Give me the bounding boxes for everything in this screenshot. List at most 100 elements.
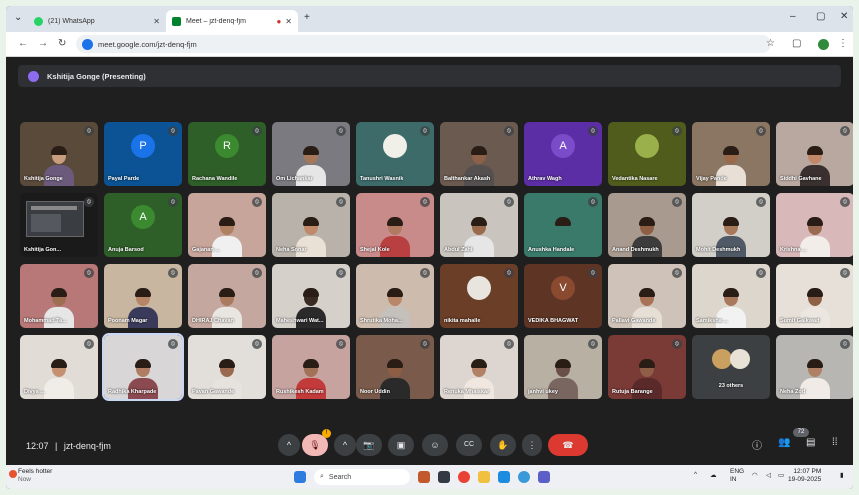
participant-name: janhvi ukey <box>528 389 558 395</box>
participant-tile[interactable]: Vijay Pande ⦸ <box>692 122 770 186</box>
present-button[interactable]: ▣ <box>388 434 414 456</box>
participant-name: Mohammad Ta... <box>24 318 67 324</box>
muted-mic-icon: ⦸ <box>336 126 346 136</box>
profile-avatar[interactable] <box>818 39 829 50</box>
participant-tile[interactable]: Renuka Mhaiskar ⦸ <box>440 335 518 399</box>
menu-icon[interactable]: ⋮ <box>838 38 848 49</box>
participant-tile[interactable]: V VEDIKA BHAGWAT ⦸ <box>524 264 602 328</box>
participant-tile[interactable]: A Athrav Wagh ⦸ <box>524 122 602 186</box>
participant-tile[interactable]: Divya ... ⦸ <box>20 335 98 399</box>
url-text: meet.google.com/jzt-denq-fjm <box>98 39 197 49</box>
activities-icon[interactable]: ⁞⁞ <box>832 437 838 448</box>
close-window-button[interactable]: ✕ <box>840 11 848 22</box>
input-language[interactable]: ENG IN <box>730 468 744 484</box>
file-explorer-icon[interactable] <box>478 471 490 483</box>
store-icon[interactable] <box>538 471 550 483</box>
participant-tile[interactable]: DHIRAJ Chavan ⦸ <box>188 264 266 328</box>
participant-tile[interactable]: Neha Sonar ⦸ <box>272 193 350 257</box>
chat-icon[interactable]: ▤ <box>806 437 815 448</box>
participant-tile[interactable]: Rushikesh Kadam ⦸ <box>272 335 350 399</box>
participant-name: Sumit Gaikwad <box>780 318 820 324</box>
participant-tile[interactable]: Om Lichankar ⦸ <box>272 122 350 186</box>
leave-call-button[interactable]: ☎ <box>548 434 588 456</box>
participant-tile[interactable]: P Payal Parde ⦸ <box>104 122 182 186</box>
minimize-button[interactable]: – <box>790 11 796 22</box>
participant-tile[interactable]: Anushka Handale ⦸ <box>524 193 602 257</box>
system-clock[interactable]: 12:07 PM 19-09-2025 <box>788 468 821 484</box>
participant-tile[interactable]: Gajanan ... ⦸ <box>188 193 266 257</box>
participant-tile[interactable]: R Rachana Wandile ⦸ <box>188 122 266 186</box>
participant-tile[interactable]: Noor Uddin ⦸ <box>356 335 434 399</box>
participant-tile[interactable]: Balthankar Akash ⦸ <box>440 122 518 186</box>
participant-tile[interactable]: Mohammad Ta... ⦸ <box>20 264 98 328</box>
participant-tile[interactable]: Anand Deshmukh ⦸ <box>608 193 686 257</box>
participant-name: Vedantika Nasare <box>612 176 658 182</box>
participant-tile[interactable]: Samiksha ... ⦸ <box>692 264 770 328</box>
tab-whatsapp[interactable]: (21) WhatsApp ✕ <box>28 10 166 32</box>
participant-name: Anushka Handale <box>528 247 575 253</box>
bookmark-star-icon[interactable]: ☆ <box>766 38 775 49</box>
participant-tile[interactable]: Abdul Zahi ⦸ <box>440 193 518 257</box>
emoji-button[interactable]: ☺ <box>422 434 448 456</box>
meeting-details-icon[interactable]: ⓘ <box>752 437 762 452</box>
back-icon[interactable]: ← <box>18 38 28 49</box>
edge-icon[interactable] <box>498 471 510 483</box>
tab-meet[interactable]: Meet – jzt-denq-fjm ● ✕ <box>166 10 298 32</box>
reload-icon[interactable]: ↻ <box>58 38 66 49</box>
battery-icon[interactable]: ▭ <box>778 471 784 479</box>
participant-tile[interactable]: Radhika Kharpade ⦸ <box>102 333 184 401</box>
task-view-icon[interactable] <box>438 471 450 483</box>
tab-search-icon[interactable]: ⌄ <box>14 12 22 23</box>
participant-tile[interactable]: Sumit Gaikwad ⦸ <box>776 264 853 328</box>
participant-tile[interactable]: Maheshwari Wat... ⦸ <box>272 264 350 328</box>
app-icon[interactable] <box>518 471 530 483</box>
extensions-icon[interactable]: ▢ <box>792 38 801 49</box>
tray-chevron-icon[interactable]: ^ <box>694 471 697 478</box>
participant-tile[interactable]: Vedantika Nasare ⦸ <box>608 122 686 186</box>
new-tab-button[interactable]: + <box>304 12 310 23</box>
muted-mic-icon: ⦸ <box>672 339 682 349</box>
participant-tile[interactable]: Kshitija Gonge ⦸ <box>20 122 98 186</box>
participant-tile[interactable]: Rutuja Barange ⦸ <box>608 335 686 399</box>
participant-tile[interactable]: A Anuja Barsod ⦸ <box>104 193 182 257</box>
tab-strip: ⌄ (21) WhatsApp ✕ Meet – jzt-denq-fjm ● … <box>6 6 853 32</box>
participant-tile[interactable]: Siddhi Gavhane ⦸ <box>776 122 853 186</box>
start-icon[interactable] <box>294 471 306 483</box>
close-icon[interactable]: ✕ <box>153 17 160 26</box>
taskbar-search[interactable]: ⌕ Search <box>314 469 410 485</box>
site-info-icon[interactable] <box>82 38 93 50</box>
volume-icon[interactable]: ◁ <box>766 471 771 479</box>
wifi-icon[interactable]: ◠ <box>752 471 758 479</box>
participant-tile[interactable]: Poonam Magar ⦸ <box>104 264 182 328</box>
video-options-button[interactable]: ^ <box>334 434 356 456</box>
maximize-button[interactable]: ▢ <box>816 11 825 22</box>
participant-tile[interactable]: janhvi ukey ⦸ <box>524 335 602 399</box>
participant-tile[interactable]: Krishna ... ⦸ <box>776 193 853 257</box>
participant-tile[interactable]: Tanushri Wasnik ⦸ <box>356 122 434 186</box>
participant-tile[interactable]: Neha Zod ⦸ <box>776 335 853 399</box>
more-options-button[interactable]: ⋮ <box>522 434 542 456</box>
muted-mic-icon: ⦸ <box>84 268 94 278</box>
participant-tile[interactable]: Mohit Deshmukh ⦸ <box>692 193 770 257</box>
widget-app-icon[interactable] <box>418 471 430 483</box>
notification-icon[interactable]: ▮ <box>840 471 844 479</box>
participant-tile[interactable]: 23 others <box>692 335 770 399</box>
muted-mic-icon: ⦸ <box>336 268 346 278</box>
participant-tile[interactable]: Shrutika Moha... ⦸ <box>356 264 434 328</box>
forward-icon[interactable]: → <box>38 38 48 49</box>
people-icon[interactable]: 👥 <box>778 437 790 448</box>
participant-tile[interactable]: Pallavi Gawande ⦸ <box>608 264 686 328</box>
url-bar[interactable]: meet.google.com/jzt-denq-fjm <box>76 35 771 53</box>
camera-toggle-button[interactable]: 📷 <box>356 434 382 456</box>
participant-tile[interactable]: nikita mahalle ⦸ <box>440 264 518 328</box>
weather-widget[interactable]: Feels hotter Now <box>18 468 52 484</box>
captions-button[interactable]: CC <box>456 434 482 456</box>
audio-options-button[interactable]: ^ <box>278 434 300 456</box>
cloud-icon[interactable]: ☁ <box>710 471 717 479</box>
close-icon[interactable]: ✕ <box>285 17 292 26</box>
participant-tile[interactable]: Shejal Kole ⦸ <box>356 193 434 257</box>
chrome-icon[interactable] <box>458 471 470 483</box>
participant-tile[interactable]: Kshitija Gon... ⦸ <box>20 193 98 257</box>
raise-hand-button[interactable]: ✋ <box>490 434 516 456</box>
participant-tile[interactable]: Pavan Gawande ⦸ <box>188 335 266 399</box>
